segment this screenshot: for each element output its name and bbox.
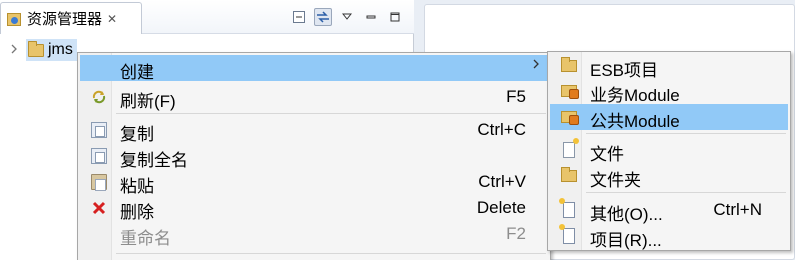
explorer-icon xyxy=(7,11,23,27)
tree-node-label: jms xyxy=(48,41,73,58)
submenu-item-esb-project[interactable]: ESB项目 xyxy=(550,53,788,80)
project-folder-icon xyxy=(28,40,44,57)
view-menu-icon[interactable] xyxy=(338,8,356,26)
submenu-item-project[interactable]: 项目(R)... xyxy=(550,223,788,250)
shortcut-label: Ctrl+V xyxy=(478,172,526,191)
context-menu: 创建 刷新(F) F5 复制 Ctrl+C 复制全名 粘贴 Ctrl+V 删除 … xyxy=(77,52,551,260)
submenu-item-folder[interactable]: 文件夹 xyxy=(550,163,788,190)
shortcut-label: F2 xyxy=(506,224,526,243)
file-icon xyxy=(563,138,579,158)
copy-icon xyxy=(91,122,107,138)
shortcut-label: Delete xyxy=(476,198,526,217)
menu-item-label: 删除 xyxy=(120,203,154,222)
submenu-item-business-module[interactable]: 业务Module xyxy=(550,78,788,105)
refresh-icon xyxy=(91,89,107,105)
menu-item-paste[interactable]: 粘贴 Ctrl+V xyxy=(80,169,548,196)
minimize-icon[interactable] xyxy=(362,8,380,26)
menu-item-label: 业务Module xyxy=(590,86,680,105)
menu-item-refresh[interactable]: 刷新(F) F5 xyxy=(80,84,548,111)
menu-item-label: 其他(O)... xyxy=(590,205,663,224)
delete-icon xyxy=(91,200,107,216)
expand-chevron-icon[interactable] xyxy=(10,43,26,57)
shortcut-label: Ctrl+N xyxy=(713,200,762,219)
menu-item-label: 复制 xyxy=(120,125,154,144)
tree-node[interactable]: jms xyxy=(26,39,77,61)
menu-item-label: 复制全名 xyxy=(120,151,188,170)
menu-item-rename[interactable]: 重命名 F2 xyxy=(80,221,548,248)
paste-icon xyxy=(91,174,107,191)
collapse-all-icon[interactable] xyxy=(290,8,308,26)
tab-resource-explorer[interactable]: 资源管理器 ✕ xyxy=(0,2,142,34)
menu-item-copy-full-name[interactable]: 复制全名 xyxy=(80,143,548,170)
menu-item-create[interactable]: 创建 xyxy=(80,55,548,82)
shortcut-label: Ctrl+C xyxy=(477,120,526,139)
submenu-item-other[interactable]: 其他(O)... Ctrl+N xyxy=(550,197,788,224)
esb-project-icon xyxy=(561,57,577,72)
tab-label: 资源管理器 xyxy=(27,11,103,28)
maximize-icon[interactable] xyxy=(386,8,404,26)
close-icon[interactable]: ✕ xyxy=(107,12,117,26)
project-icon xyxy=(559,224,575,244)
menu-separator xyxy=(116,113,546,114)
common-module-icon xyxy=(561,111,579,125)
menu-separator xyxy=(586,133,786,134)
view-toolbar xyxy=(290,6,404,28)
menu-item-copy[interactable]: 复制 Ctrl+C xyxy=(80,117,548,144)
link-with-editor-icon[interactable] xyxy=(314,8,332,26)
folder-icon xyxy=(561,167,577,182)
other-icon xyxy=(559,198,575,218)
menu-item-label: 文件夹 xyxy=(590,171,641,190)
menu-item-label: 粘贴 xyxy=(120,177,154,196)
business-module-icon xyxy=(561,85,579,99)
menu-item-delete[interactable]: 删除 Delete xyxy=(80,195,548,222)
create-submenu: ESB项目 业务Module 公共Module 文件 文件夹 其他(O)... … xyxy=(547,51,791,251)
menu-separator xyxy=(116,253,546,254)
submenu-item-file[interactable]: 文件 xyxy=(550,137,788,164)
submenu-item-common-module[interactable]: 公共Module xyxy=(550,104,788,131)
shortcut-label: F5 xyxy=(506,87,526,106)
menu-item-label: 项目(R)... xyxy=(590,231,662,250)
menu-item-label: 公共Module xyxy=(590,112,680,131)
menu-item-label: 重命名 xyxy=(120,229,171,248)
menu-item-label: 创建 xyxy=(120,63,154,82)
menu-item-label: 刷新(F) xyxy=(120,92,176,111)
submenu-arrow-icon xyxy=(532,57,540,75)
menu-item-label: 文件 xyxy=(590,145,624,164)
view-header: 资源管理器 ✕ xyxy=(0,0,414,34)
menu-separator xyxy=(586,192,786,193)
copy-full-name-icon xyxy=(91,148,107,164)
